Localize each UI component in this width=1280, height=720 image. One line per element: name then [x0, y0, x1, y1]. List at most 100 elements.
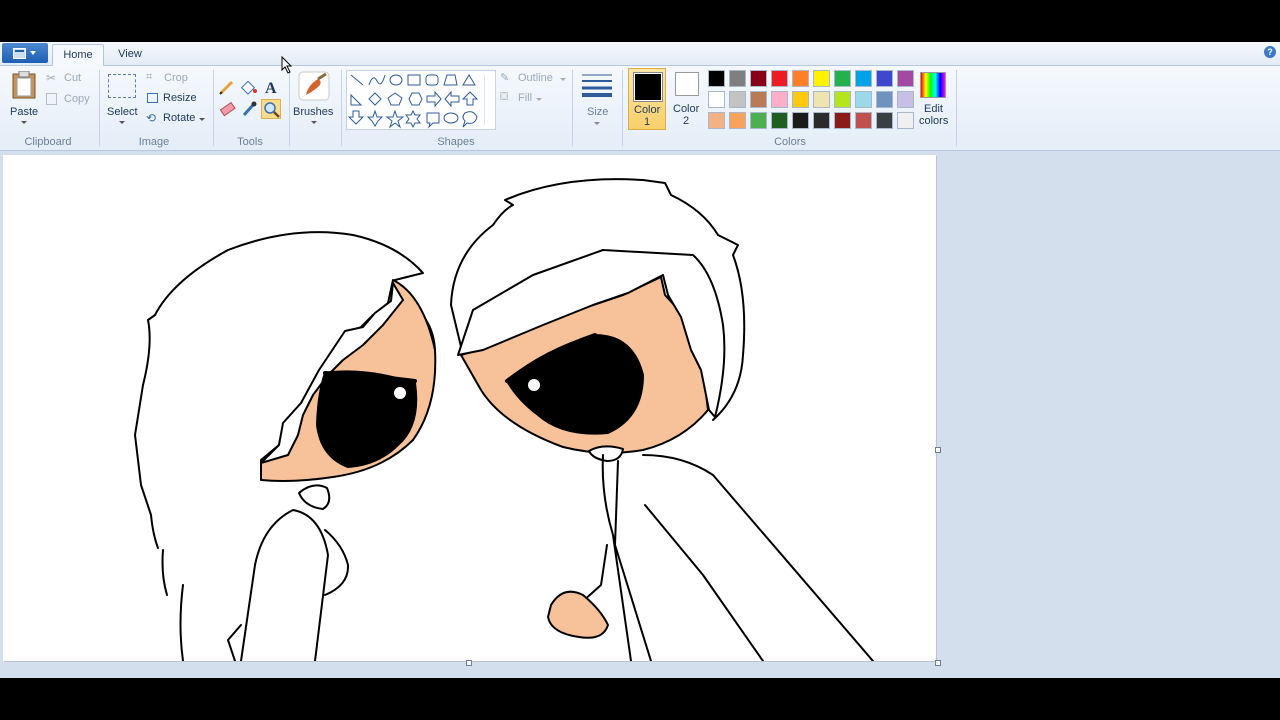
pencil-tool[interactable]	[217, 77, 237, 97]
fill-bucket-icon: ⛋	[500, 91, 509, 103]
up-arrow-shape-icon	[461, 91, 479, 106]
shapes-gallery	[346, 70, 496, 130]
color-picker-tool[interactable]	[239, 99, 259, 119]
palette-swatch[interactable]	[876, 70, 893, 87]
palette-swatch[interactable]	[876, 112, 893, 129]
tab-view[interactable]: View	[108, 44, 152, 65]
palette-swatch[interactable]	[708, 70, 725, 87]
curve-shape-icon	[368, 74, 386, 86]
right-character-mouth	[588, 445, 624, 462]
five-point-star-shape-icon	[385, 109, 405, 129]
ribbon-tab-bar: Home View ?	[0, 42, 1280, 66]
palette-swatch[interactable]	[855, 91, 872, 108]
resize-button[interactable]: Resize	[146, 91, 200, 107]
copy-icon	[46, 93, 57, 105]
canvas-area	[0, 151, 1280, 678]
palette-swatch[interactable]	[708, 91, 725, 108]
palette-swatch[interactable]	[750, 91, 767, 108]
palette-swatch[interactable]	[792, 91, 809, 108]
size-button[interactable]: Size	[578, 70, 616, 128]
palette-swatch[interactable]	[834, 91, 851, 108]
chevron-down-icon	[30, 51, 36, 55]
drawing-canvas[interactable]	[3, 155, 936, 662]
tab-home[interactable]: Home	[52, 44, 104, 66]
paste-button[interactable]: Paste	[6, 69, 40, 125]
paint-menu-button[interactable]	[2, 43, 48, 63]
palette-swatch[interactable]	[855, 70, 872, 87]
mouse-cursor-icon	[281, 56, 293, 74]
palette-swatch[interactable]	[834, 112, 851, 129]
canvas-resize-handle[interactable]	[935, 447, 941, 453]
color2-button[interactable]: Color 2	[670, 68, 704, 130]
palette-swatch[interactable]	[729, 91, 746, 108]
rectangle-shape-icon	[407, 74, 421, 86]
cloud-callout-shape-icon	[462, 111, 478, 128]
palette-swatch[interactable]	[855, 112, 872, 129]
palette-swatch[interactable]	[729, 70, 746, 87]
fill-label: Fill	[518, 92, 533, 104]
left-character-eye	[316, 370, 418, 468]
canvas-resize-handle-corner[interactable]	[935, 660, 941, 666]
resize-icon	[147, 93, 158, 103]
group-separator	[341, 70, 342, 146]
shapes-scroll[interactable]	[484, 75, 494, 125]
palette-swatch[interactable]	[771, 91, 788, 108]
edit-colors-button[interactable]: Edit colors	[914, 68, 952, 130]
text-icon: A	[265, 80, 277, 97]
crop-button[interactable]: ⌗ Crop	[146, 71, 196, 87]
palette-swatch[interactable]	[750, 70, 767, 87]
eraser-tool[interactable]	[217, 99, 237, 119]
outline-button[interactable]: ✎ Outline	[498, 71, 568, 87]
palette-swatch[interactable]	[708, 112, 725, 129]
palette-swatch[interactable]	[771, 112, 788, 129]
palette-swatch[interactable]	[813, 112, 830, 129]
help-icon[interactable]: ?	[1264, 46, 1276, 58]
rotate-button[interactable]: ⟲ Rotate	[146, 111, 208, 127]
group-label-shapes: Shapes	[437, 136, 475, 148]
outline-label: Outline	[518, 72, 553, 84]
palette-swatch[interactable]	[729, 112, 746, 129]
copy-button[interactable]: Copy	[46, 92, 94, 108]
palette-swatch[interactable]	[897, 112, 914, 129]
fill-tool[interactable]	[239, 77, 259, 97]
palette-swatch[interactable]	[771, 70, 788, 87]
color2-label: Color	[673, 103, 700, 115]
callout-shape-icon	[426, 112, 440, 129]
crop-label: Crop	[164, 72, 188, 84]
edit-colors-label-1: Edit	[924, 103, 943, 115]
right-eye-highlight	[528, 379, 540, 391]
eyedropper-icon	[242, 101, 257, 117]
pencil-icon	[219, 80, 234, 95]
fill-button[interactable]: ⛋ Fill	[498, 91, 548, 107]
ribbon: Paste ✂ Cut Copy Clipboard Select ⌗ Crop…	[0, 66, 1280, 151]
palette-swatch[interactable]	[897, 70, 914, 87]
palette-swatch[interactable]	[834, 70, 851, 87]
edit-colors-label-2: colors	[919, 115, 949, 127]
color1-number: 1	[644, 116, 651, 128]
magnifier-icon	[264, 102, 280, 118]
select-button[interactable]: Select	[103, 69, 141, 127]
palette-swatch[interactable]	[876, 91, 893, 108]
palette-swatch[interactable]	[813, 91, 830, 108]
cut-button[interactable]: ✂ Cut	[46, 71, 94, 87]
left-character-mouth	[298, 484, 331, 510]
palette-swatch[interactable]	[897, 91, 914, 108]
group-label-image: Image	[138, 136, 170, 148]
paint-window: Home View ? Paste ✂ Cut Copy Clipboard S…	[0, 42, 1280, 678]
polygon-shape-icon	[443, 74, 458, 86]
group-separator	[572, 70, 573, 146]
palette-swatch[interactable]	[792, 112, 809, 129]
palette-swatch[interactable]	[813, 70, 830, 87]
color2-number: 2	[683, 115, 690, 127]
group-separator	[956, 70, 957, 146]
four-point-star-shape-icon	[366, 109, 384, 127]
color1-button[interactable]: Color 1	[628, 68, 666, 130]
palette-swatch[interactable]	[792, 70, 809, 87]
palette-swatch[interactable]	[750, 112, 767, 129]
brushes-button[interactable]: Brushes	[292, 69, 336, 129]
line-shape-icon	[350, 74, 364, 86]
text-tool[interactable]: A	[261, 77, 281, 97]
magnifier-tool[interactable]	[261, 99, 281, 119]
canvas-resize-handle-bottom[interactable]	[466, 660, 472, 666]
group-separator	[289, 70, 290, 146]
